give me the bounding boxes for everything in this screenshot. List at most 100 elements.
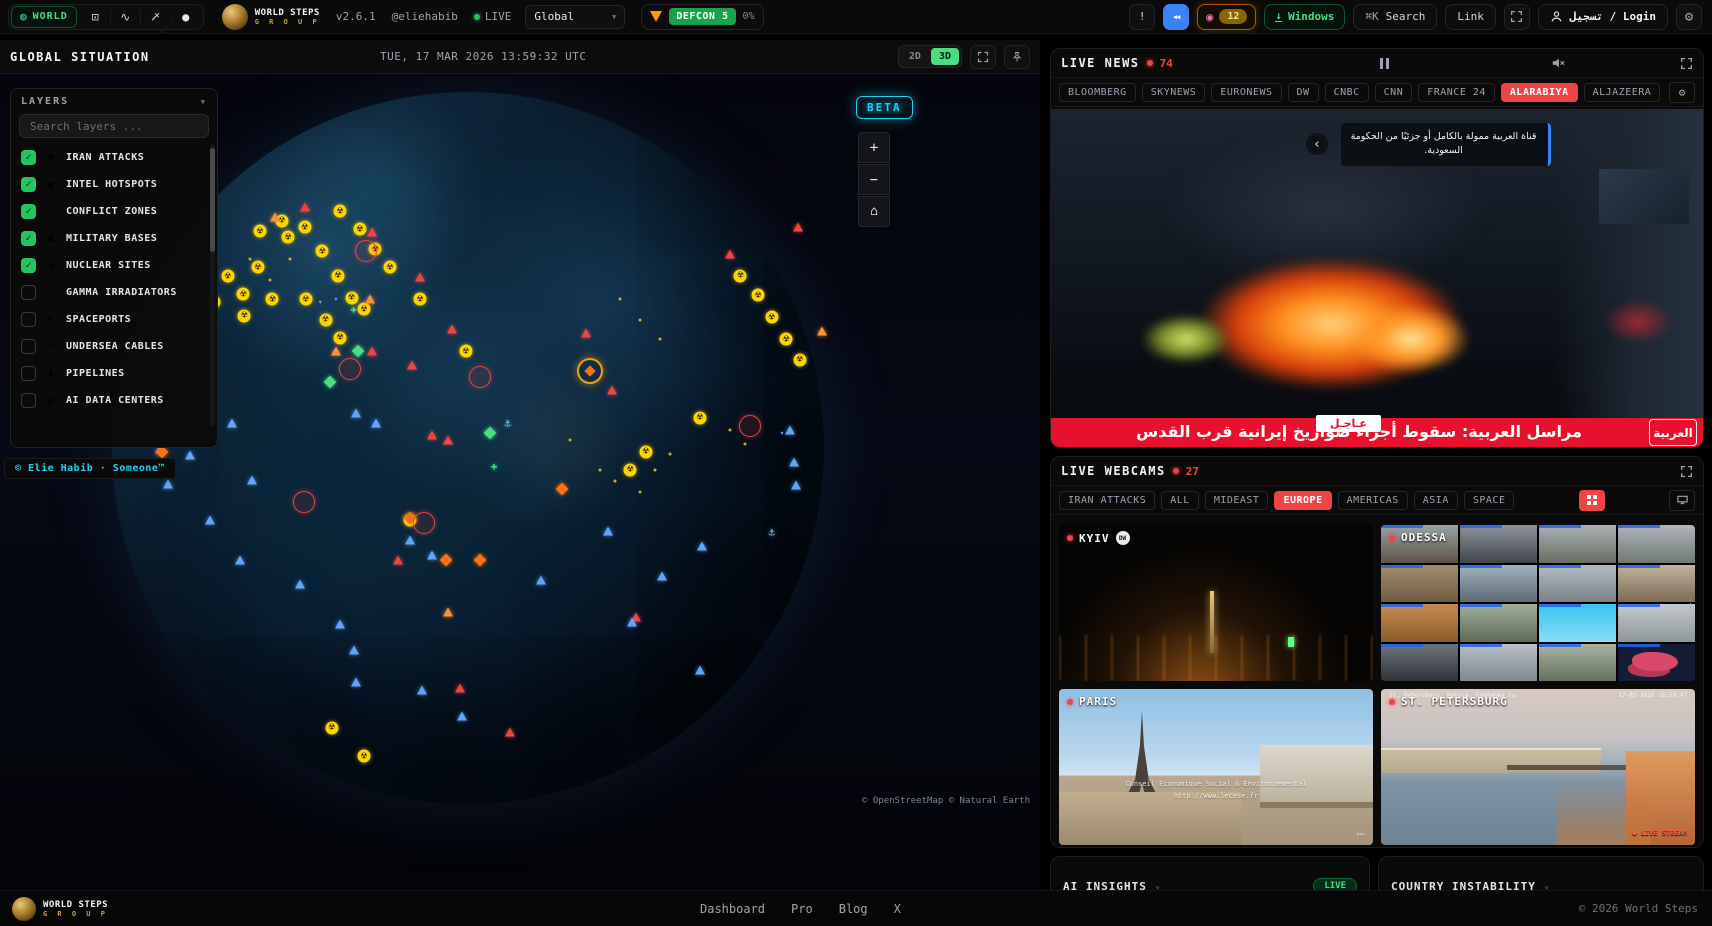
footer-link[interactable]: Pro	[791, 902, 813, 916]
webcams-fullscreen-button[interactable]	[1680, 465, 1693, 478]
layer-row[interactable]: ✓ ◉ INTEL HOTSPOTS	[11, 171, 217, 198]
scrollbar-thumb[interactable]	[210, 148, 215, 252]
channel-tab[interactable]: ALARABIYA	[1501, 83, 1578, 102]
pause-button[interactable]	[1380, 58, 1389, 69]
layers-scrollbar[interactable]	[210, 144, 215, 426]
layer-checkbox[interactable]: ✓	[21, 285, 36, 300]
zoom-out-button[interactable]: −	[858, 164, 890, 195]
layer-row[interactable]: ✓ ◉ IRAN ATTACKS	[11, 144, 217, 171]
footer-link[interactable]: Dashboard	[700, 902, 765, 916]
layer-checkbox[interactable]: ✓	[21, 177, 36, 192]
news-video-player[interactable]: ‹ قناة العربية ممولة بالكامل أو جزئيًا م…	[1051, 109, 1703, 448]
fullscreen-button[interactable]	[1504, 4, 1530, 30]
channel-tab[interactable]: EURONEWS	[1211, 83, 1281, 102]
webcam-odessa[interactable]: ODESSA ⋮	[1381, 525, 1695, 681]
scope-select[interactable]: Global ▼	[525, 5, 625, 29]
defcon-widget[interactable]: DEFCON 5 0%	[641, 4, 763, 30]
mini-cam-tile[interactable]	[1539, 565, 1616, 603]
mode-3d-button[interactable]: 3D	[931, 48, 959, 65]
layer-row[interactable]: ✓ ☢ NUCLEAR SITES	[11, 252, 217, 279]
channel-tab[interactable]: ALJAZEERA	[1584, 83, 1661, 102]
region-tab[interactable]: EUROPE	[1274, 491, 1331, 510]
region-tab[interactable]: IRAN ATTACKS	[1059, 491, 1155, 510]
mini-cam-tile[interactable]	[1618, 604, 1695, 642]
region-tab[interactable]: AMERICAS	[1338, 491, 1408, 510]
collapse-caret-icon[interactable]: ▼	[201, 98, 207, 106]
mini-cam-tile[interactable]	[1381, 565, 1458, 603]
channel-settings-button[interactable]: ⚙	[1669, 82, 1695, 103]
channel-tab[interactable]: DW	[1288, 83, 1319, 102]
layer-row[interactable]: ✓ ▮ PIPELINES	[11, 360, 217, 387]
map-marker[interactable]	[817, 327, 827, 336]
webcam-paris[interactable]: Conseil Economique Social & Environnemen…	[1059, 689, 1373, 845]
layer-checkbox[interactable]: ✓	[21, 150, 36, 165]
windows-download-button[interactable]: ↓ Windows	[1264, 4, 1345, 30]
earth-globe[interactable]	[112, 92, 824, 804]
monitor-icon[interactable]: ⊡	[81, 6, 111, 28]
world-button[interactable]: ◍ WORLD	[11, 6, 77, 28]
mini-cam-tile[interactable]	[1539, 604, 1616, 642]
link-button[interactable]: Link	[1445, 4, 1496, 30]
map-fullscreen-button[interactable]	[970, 45, 996, 69]
layer-row[interactable]: ✓ ∿ UNDERSEA CABLES	[11, 333, 217, 360]
mini-cam-tile[interactable]	[1618, 644, 1695, 682]
dagger-icon[interactable]: †	[137, 0, 174, 35]
mini-cam-tile[interactable]	[1460, 525, 1537, 563]
region-tab[interactable]: MIDEAST	[1205, 491, 1269, 510]
channel-tab[interactable]: CNN	[1375, 83, 1413, 102]
search-button[interactable]: ⌘K Search	[1353, 4, 1437, 30]
mini-cam-tile[interactable]	[1618, 565, 1695, 603]
settings-button[interactable]: ⚙	[1676, 4, 1702, 30]
news-fullscreen-button[interactable]	[1680, 57, 1693, 70]
layer-checkbox[interactable]: ✓	[21, 312, 36, 327]
mini-cam-tile[interactable]	[1381, 644, 1458, 682]
layer-checkbox[interactable]: ✓	[21, 231, 36, 246]
footer-link[interactable]: X	[894, 902, 901, 916]
webcam-st-petersburg[interactable]: St. Petersburg, Russia. Fontanka.ru 17-0…	[1381, 689, 1695, 845]
mini-cam-tile[interactable]	[1460, 604, 1537, 642]
grid-view-button[interactable]	[1579, 490, 1605, 511]
search-layers-input[interactable]	[28, 119, 200, 134]
login-button[interactable]: تسجيل / Login	[1538, 4, 1668, 30]
layer-row[interactable]: ✓ ⚔ CONFLICT ZONES	[11, 198, 217, 225]
exclamation-button[interactable]: !	[1129, 4, 1155, 30]
chart-icon[interactable]: ∿	[111, 6, 141, 28]
layer-row[interactable]: ✓ ➤ SPACEPORTS	[11, 306, 217, 333]
layer-checkbox[interactable]: ✓	[21, 204, 36, 219]
layer-checkbox[interactable]: ✓	[21, 393, 36, 408]
channel-tab[interactable]: CNBC	[1325, 83, 1369, 102]
channel-tab[interactable]: BLOOMBERG	[1059, 83, 1136, 102]
layer-checkbox[interactable]: ✓	[21, 258, 36, 273]
mini-cam-tile[interactable]	[1539, 644, 1616, 682]
chevron-left-button[interactable]: ‹	[1306, 133, 1328, 155]
mute-button[interactable]	[1551, 56, 1565, 70]
footer-link[interactable]: Blog	[839, 902, 868, 916]
single-view-button[interactable]	[1669, 490, 1695, 511]
layer-row[interactable]: ✓ ▦ MILITARY BASES	[11, 225, 217, 252]
region-tab[interactable]: SPACE	[1464, 491, 1515, 510]
mini-cam-tile[interactable]	[1460, 565, 1537, 603]
mini-cam-tile[interactable]	[1460, 644, 1537, 682]
globe-map[interactable]: LAYERS ▼ ✓ ◉ IRAN ATTACKS ✓ ◉ INTEL HOTS…	[0, 74, 1040, 890]
map-marker[interactable]	[793, 223, 803, 232]
region-tab[interactable]: ALL	[1161, 491, 1199, 510]
tile-menu-dots[interactable]: ⋯	[1357, 827, 1365, 841]
layer-checkbox[interactable]: ✓	[21, 339, 36, 354]
layer-row[interactable]: ✓ ⚠ GAMMA IRRADIATORS	[11, 279, 217, 306]
mode-2d-button[interactable]: 2D	[901, 48, 929, 65]
orb-icon[interactable]: ●	[171, 6, 201, 28]
layer-checkbox[interactable]: ✓	[21, 366, 36, 381]
tile-menu-dots[interactable]: ⋮	[1685, 597, 1695, 610]
map-pin-button[interactable]	[1004, 45, 1030, 69]
mini-cam-tile[interactable]	[1618, 525, 1695, 563]
mini-cam-tile[interactable]	[1539, 525, 1616, 563]
region-tab[interactable]: ASIA	[1414, 491, 1458, 510]
channel-tab[interactable]: FRANCE 24	[1418, 83, 1495, 102]
mini-cam-tile[interactable]	[1381, 604, 1458, 642]
alerts-button[interactable]: ◉ 12	[1197, 4, 1256, 30]
zoom-in-button[interactable]: +	[858, 132, 890, 163]
layer-row[interactable]: ✓ ▤ AI DATA CENTERS	[11, 387, 217, 414]
webcam-kyiv[interactable]: KYIV DW	[1059, 525, 1373, 681]
rewind-button[interactable]: ◀◀	[1163, 4, 1189, 30]
channel-tab[interactable]: SKYNEWS	[1142, 83, 1206, 102]
